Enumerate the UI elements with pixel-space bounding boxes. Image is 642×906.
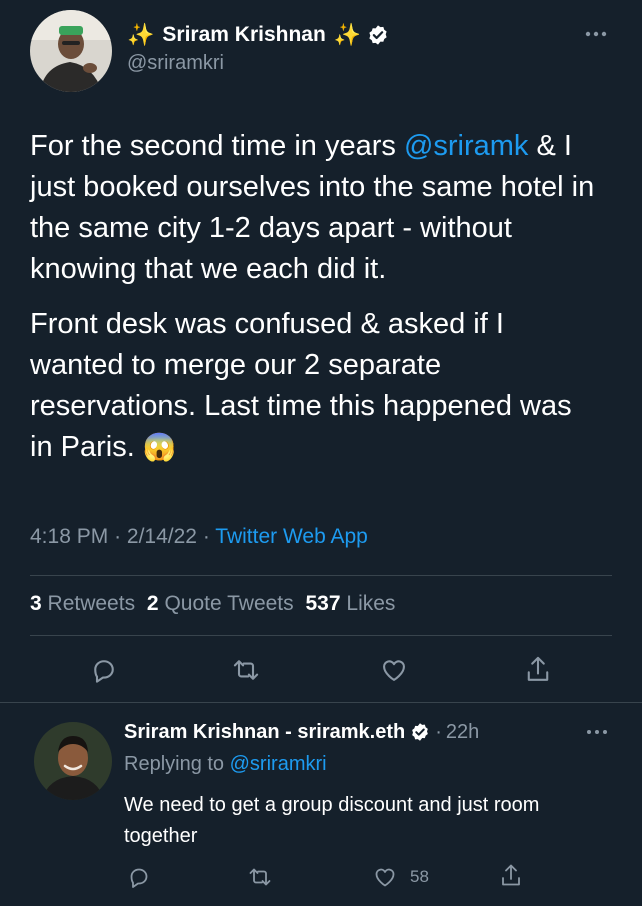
meta-separator: · — [202, 525, 210, 548]
tweet-date[interactable]: 2/14/22 — [127, 525, 197, 548]
scream-emoji: 😱 — [142, 432, 177, 462]
tweet-stats: 3 Retweets 2 Quote Tweets 537 Likes — [30, 592, 395, 616]
divider — [30, 575, 612, 576]
likes-label: Likes — [346, 592, 396, 615]
share-icon[interactable] — [520, 652, 556, 688]
more-horizontal-icon[interactable] — [582, 724, 612, 740]
likes-count: 537 — [305, 592, 341, 615]
reply-icon[interactable] — [86, 652, 122, 688]
reply-text: We need to get a group discount and just… — [124, 794, 540, 847]
retweets-count: 3 — [30, 592, 42, 615]
mention-link[interactable]: @sriramk — [404, 130, 528, 162]
retweets-stat[interactable]: 3 Retweets — [30, 592, 141, 615]
sparkle-emoji-left: ✨ — [127, 22, 155, 47]
tweet-paragraph-2: Front desk was confused & asked if I wan… — [30, 304, 590, 468]
author-name-row[interactable]: ✨ Sriram Krishnan ✨ — [127, 20, 389, 50]
retweet-icon[interactable] — [245, 862, 275, 892]
verified-badge-icon — [410, 722, 430, 742]
like-count: 58 — [410, 867, 429, 886]
verified-badge-icon — [367, 24, 389, 46]
reply-time[interactable]: 22h — [446, 721, 479, 744]
meta-separator: · — [114, 525, 122, 548]
tweet-body: For the second time in years @sriramk & … — [30, 126, 620, 468]
quotes-stat[interactable]: 2 Quote Tweets — [147, 592, 300, 615]
tweet-text-p2: Front desk was confused & asked if I wan… — [30, 308, 572, 463]
reply-author-avatar[interactable] — [34, 722, 112, 800]
replying-prefix: Replying to — [124, 753, 225, 775]
reply-icon[interactable] — [124, 862, 154, 892]
retweet-icon[interactable] — [228, 652, 264, 688]
more-horizontal-icon[interactable] — [580, 24, 612, 44]
share-icon[interactable] — [496, 860, 526, 892]
replying-to-link[interactable]: @sriramkri — [230, 753, 327, 775]
author-name[interactable]: Sriram Krishnan — [162, 23, 325, 47]
like-button[interactable]: 58 — [372, 862, 429, 892]
tweet-source[interactable]: Twitter Web App — [215, 525, 368, 548]
divider — [0, 702, 642, 703]
sparkle-emoji-right: ✨ — [333, 22, 362, 47]
like-heart-icon — [372, 865, 398, 889]
quotes-count: 2 — [146, 592, 159, 615]
reply-author-row[interactable]: Sriram Krishnan - sriramk.eth · 22h — [124, 719, 479, 745]
retweets-label: Retweets — [47, 592, 136, 615]
tweet-paragraph-1: For the second time in years @sriramk & … — [30, 126, 620, 290]
tweet-text-lead: For the second time in years — [30, 130, 404, 162]
divider — [30, 635, 612, 636]
tweet-meta: 4:18 PM · 2/14/22 · Twitter Web App — [30, 525, 368, 549]
reply-separator: · — [435, 720, 442, 743]
quotes-label: Quote Tweets — [164, 592, 294, 615]
tweet-time[interactable]: 4:18 PM — [30, 525, 108, 548]
like-heart-icon[interactable] — [376, 652, 412, 688]
reply-author-name[interactable]: Sriram Krishnan - sriramk.eth — [124, 721, 405, 744]
author-handle[interactable]: @sriramkri — [127, 52, 224, 75]
likes-stat[interactable]: 537 Likes — [306, 592, 396, 615]
replying-to-line: Replying to @sriramkri — [124, 753, 327, 776]
author-avatar[interactable] — [30, 10, 112, 92]
